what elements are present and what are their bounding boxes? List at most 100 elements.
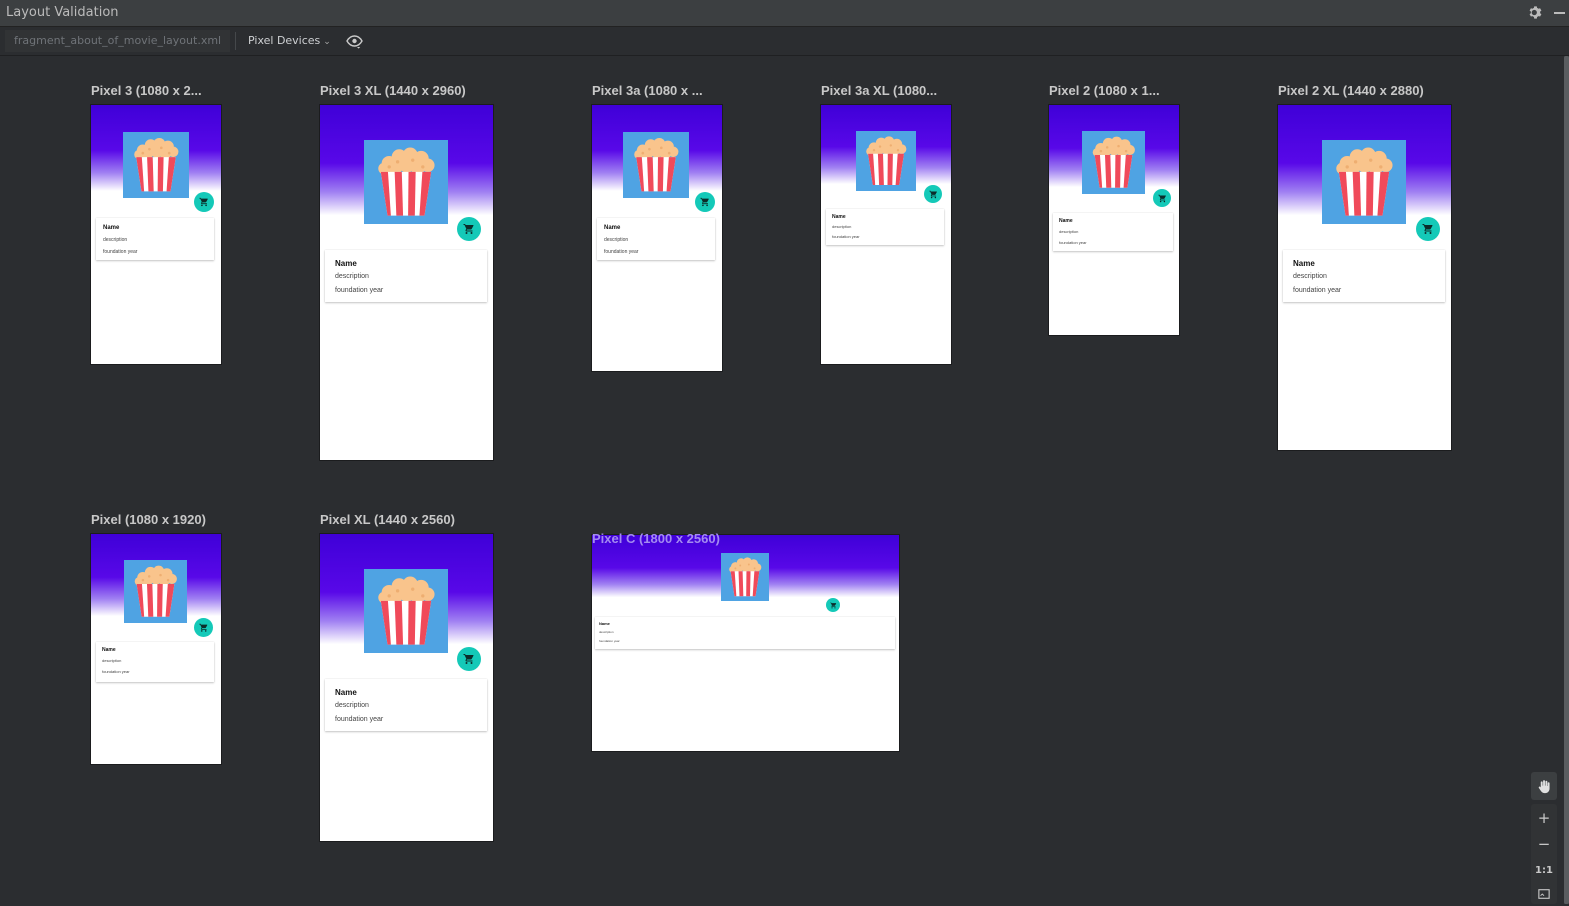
device-screen[interactable]: Name description foundation year (592, 535, 899, 751)
info-card: Name description foundation year (325, 250, 487, 302)
info-card: Name description foundation year (595, 617, 895, 649)
add-to-cart-button[interactable] (457, 647, 481, 671)
add-to-cart-button[interactable] (457, 217, 481, 241)
name: Name (335, 259, 357, 268)
eye-icon[interactable] (346, 34, 363, 49)
actual-size-button[interactable]: 1:1 (1531, 858, 1557, 882)
device-preview[interactable]: Name description foundation year Pixel 3a X… (821, 83, 981, 364)
name: Name (1293, 259, 1315, 268)
device-preview[interactable]: Name description foundation year Pixel C (1… (592, 531, 899, 751)
device-label: Pixel 3 XL (1440 x 2960) (320, 83, 466, 98)
popcorn-image (721, 553, 769, 601)
device-preview[interactable]: Name description foundation year Pixel 3a (… (592, 83, 752, 371)
description: description (599, 630, 614, 634)
zoom-out-button[interactable]: − (1531, 832, 1557, 856)
file-tab[interactable]: fragment_about_of_movie_layout.xml (5, 30, 231, 52)
popcorn-image (364, 140, 448, 224)
name: Name (102, 647, 116, 653)
name: Name (335, 688, 357, 697)
foundation-year: foundation year (1059, 240, 1087, 245)
device-screen[interactable]: Name description foundation year (1049, 105, 1179, 335)
info-card: Name description foundation year (96, 642, 214, 682)
name: Name (832, 214, 846, 220)
device-screen[interactable]: Name description foundation year (821, 105, 951, 364)
info-card: Name description foundation year (325, 679, 487, 731)
cart-icon (1157, 194, 1167, 203)
cart-icon (199, 197, 209, 207)
foundation-year: foundation year (103, 249, 138, 255)
device-preview[interactable]: Name description foundation year Pixel 3 (1… (91, 83, 251, 364)
foundation-year: foundation year (832, 234, 860, 239)
device-screen[interactable]: Name description foundation year (320, 105, 493, 460)
gear-icon[interactable] (1528, 5, 1543, 20)
device-screen[interactable]: Name description foundation year (592, 105, 722, 371)
foundation-year: foundation year (335, 287, 384, 294)
description: description (335, 702, 369, 709)
device-set-dropdown[interactable]: Pixel Devices ⌄ (248, 30, 331, 52)
name: Name (103, 225, 120, 231)
zoom-controls: + − 1:1 (1531, 772, 1557, 904)
popcorn-image (364, 569, 448, 653)
scrollbar-thumb[interactable] (1564, 56, 1569, 904)
device-preview[interactable]: Name description foundation year Pixel 3 XL… (320, 83, 493, 460)
device-label: Pixel (1080 x 1920) (91, 512, 206, 527)
popcorn-image (623, 132, 689, 198)
popcorn-image (124, 560, 187, 623)
foundation-year: foundation year (604, 249, 639, 255)
add-to-cart-button[interactable] (194, 192, 214, 212)
minimize-icon[interactable] (1554, 12, 1565, 14)
add-to-cart-button[interactable] (826, 598, 840, 612)
name: Name (604, 225, 621, 231)
fit-screen-icon[interactable] (1531, 882, 1557, 906)
description: description (103, 237, 128, 243)
cart-icon (463, 223, 475, 235)
chevron-down-icon: ⌄ (323, 37, 331, 47)
device-label: Pixel C (1800 x 2560) (592, 531, 720, 546)
foundation-year: foundation year (1293, 287, 1342, 294)
tool-window-title-bar: Layout Validation (0, 0, 1569, 27)
foundation-year: foundation year (599, 639, 620, 643)
add-to-cart-button[interactable] (924, 185, 942, 203)
device-preview[interactable]: Name description foundation year Pixel 2 (1… (1049, 83, 1209, 335)
device-preview[interactable]: Name description foundation year Pixel 2 XL… (1278, 83, 1451, 450)
hand-icon[interactable] (1531, 772, 1557, 800)
vertical-scrollbar[interactable] (1564, 56, 1569, 904)
device-set-label: Pixel Devices (248, 34, 321, 47)
description: description (604, 237, 629, 243)
device-screen[interactable]: Name description foundation year (320, 534, 493, 841)
device-label: Pixel 3 (1080 x 2... (91, 83, 202, 98)
zoom-button-group: + − 1:1 (1531, 804, 1557, 904)
zoom-in-button[interactable]: + (1531, 806, 1557, 830)
add-to-cart-button[interactable] (695, 192, 715, 212)
add-to-cart-button[interactable] (194, 618, 213, 637)
description: description (1059, 229, 1079, 234)
device-preview[interactable]: Name description foundation year Pixel (108… (91, 512, 251, 764)
tool-window-title: Layout Validation (6, 5, 119, 20)
description: description (335, 273, 369, 280)
add-to-cart-button[interactable] (1153, 189, 1171, 207)
device-label: Pixel 3a XL (1080... (821, 83, 938, 98)
description: description (102, 658, 122, 663)
cart-icon (463, 653, 475, 665)
name: Name (1059, 218, 1073, 224)
description: description (832, 224, 852, 229)
info-card: Name description foundation year (1053, 213, 1173, 251)
add-to-cart-button[interactable] (1416, 217, 1440, 241)
device-screen[interactable]: Name description foundation year (91, 105, 221, 364)
cart-icon (700, 197, 710, 207)
validation-toolbar: fragment_about_of_movie_layout.xml Pixel… (0, 27, 1569, 56)
device-screen[interactable]: Name description foundation year (1278, 105, 1451, 450)
device-preview[interactable]: Name description foundation year Pixel XL (… (320, 512, 493, 841)
info-card: Name description foundation year (96, 218, 214, 260)
info-card: Name description foundation year (1283, 250, 1445, 302)
device-screen[interactable]: Name description foundation year (91, 534, 221, 764)
description: description (1293, 273, 1327, 280)
popcorn-image (856, 131, 916, 191)
info-card: Name description foundation year (597, 218, 715, 260)
cart-icon (829, 602, 837, 609)
cart-icon (928, 190, 938, 199)
device-label: Pixel 3a (1080 x ... (592, 83, 703, 98)
name: Name (599, 621, 610, 626)
device-label: Pixel 2 (1080 x 1... (1049, 83, 1160, 98)
info-card: Name description foundation year (826, 209, 944, 245)
